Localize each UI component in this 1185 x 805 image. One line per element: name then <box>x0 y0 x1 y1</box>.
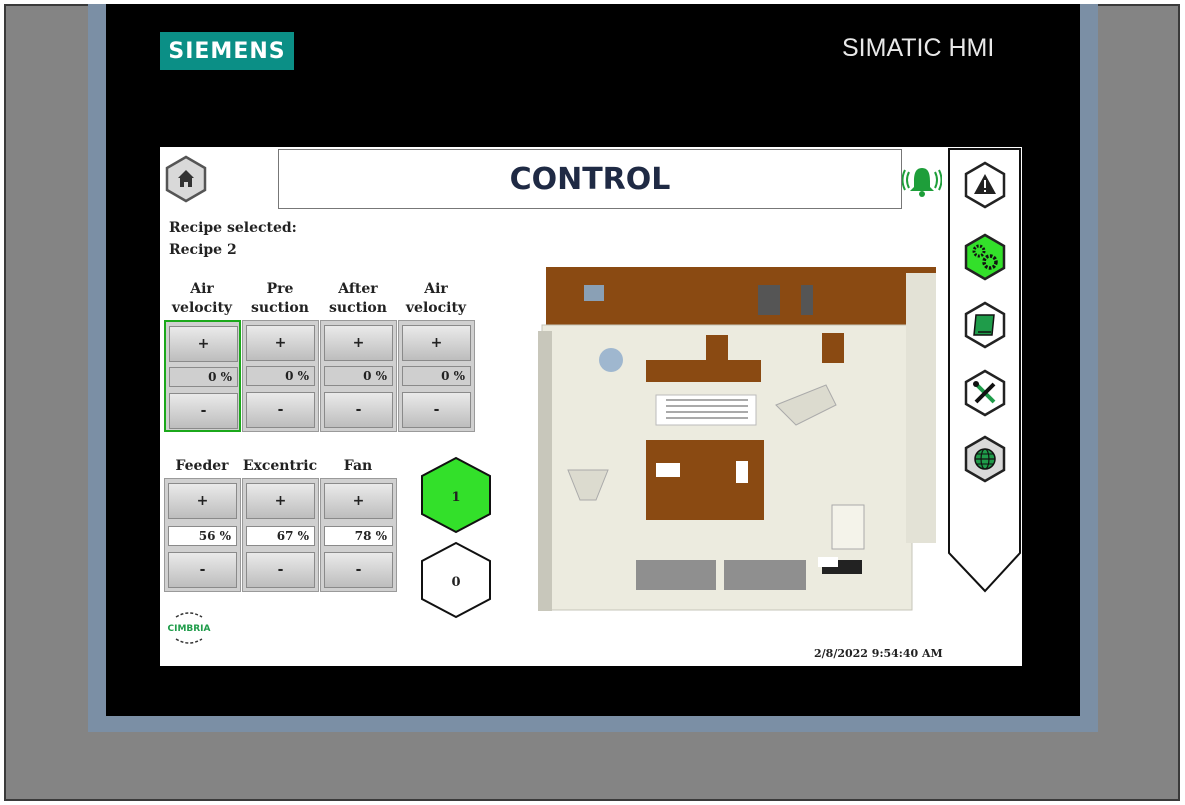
datetime-display: 2/8/2022 9:54:40 AM <box>814 647 943 660</box>
home-icon <box>165 155 207 203</box>
decrease-button[interactable]: - <box>246 552 315 588</box>
touch-edge-label: TOUCH <box>1022 152 1084 324</box>
increase-button[interactable]: + <box>246 325 315 361</box>
drive-heading: Excentric <box>242 458 318 474</box>
service-button[interactable] <box>963 369 1007 421</box>
excentric-adjuster: + 67 % - <box>242 478 319 592</box>
svg-text:CIMBRIA: CIMBRIA <box>167 624 210 634</box>
air-velocity-1-adjuster: + 0 % - <box>164 320 241 432</box>
manual-button[interactable] <box>963 301 1007 353</box>
model-label: SIMATIC HMI <box>842 34 995 62</box>
cimbria-logo: CIMBRIA <box>167 612 211 644</box>
machine-illustration <box>538 267 936 611</box>
fan-adjuster: + 78 % - <box>320 478 397 592</box>
drive-heading: Feeder <box>175 458 229 474</box>
warning-icon <box>964 161 1006 209</box>
decrease-button[interactable]: - <box>168 552 237 588</box>
alarm-bell-icon <box>901 168 943 197</box>
stop-button[interactable]: 0 <box>418 540 494 620</box>
alarms-button[interactable] <box>963 161 1007 213</box>
book-icon <box>964 301 1006 349</box>
pre-suction-adjuster: + 0 % - <box>242 320 319 432</box>
svg-text:0: 0 <box>451 575 460 590</box>
gears-icon <box>964 233 1006 281</box>
value-display: 0 % <box>169 367 238 387</box>
increase-button[interactable]: + <box>402 325 471 361</box>
after-suction-adjuster: + 0 % - <box>320 320 397 432</box>
adjuster-heading: Air velocity <box>405 281 467 316</box>
decrease-button[interactable]: - <box>169 393 238 429</box>
decrease-button[interactable]: - <box>324 392 393 428</box>
value-display: 0 % <box>324 366 393 386</box>
decrease-button[interactable]: - <box>246 392 315 428</box>
value-display: 78 % <box>324 526 393 546</box>
value-display: 0 % <box>402 366 471 386</box>
language-button[interactable] <box>963 435 1007 487</box>
increase-button[interactable]: + <box>168 483 237 519</box>
recipe-label: Recipe selected: <box>169 220 297 236</box>
start-button[interactable]: 1 <box>418 455 494 535</box>
siemens-logo: SIEMENS <box>160 32 294 70</box>
value-display: 67 % <box>246 526 315 546</box>
adjuster-heading: Pre suction <box>251 281 309 316</box>
increase-button[interactable]: + <box>246 483 315 519</box>
svg-text:1: 1 <box>451 490 460 505</box>
air-velocity-2-adjuster: + 0 % - <box>398 320 475 432</box>
globe-icon <box>964 435 1006 483</box>
home-button[interactable] <box>164 155 208 203</box>
screen-title-selector[interactable]: CONTROL ▽ <box>278 149 998 209</box>
decrease-button[interactable]: - <box>324 552 393 588</box>
hmi-screen: CONTROL ▽ Recipe selected: Recipe 2 Airv… <box>160 147 1022 666</box>
page-title: CONTROL <box>509 162 671 197</box>
control-button[interactable] <box>963 233 1007 285</box>
adjuster-heading: After suction <box>329 281 387 316</box>
drive-heading: Fan <box>343 458 373 474</box>
increase-button[interactable]: + <box>324 483 393 519</box>
value-display: 0 % <box>246 366 315 386</box>
alarm-indicator[interactable] <box>901 163 943 205</box>
value-display: 56 % <box>168 526 237 546</box>
recipe-info: Recipe selected: Recipe 2 <box>169 217 297 261</box>
decrease-button[interactable]: - <box>402 392 471 428</box>
increase-button[interactable]: + <box>169 326 238 362</box>
adjuster-heading: Air velocity <box>171 281 233 316</box>
recipe-value: Recipe 2 <box>169 242 237 258</box>
feeder-adjuster: + 56 % - <box>164 478 241 592</box>
increase-button[interactable]: + <box>324 325 393 361</box>
tools-icon <box>964 369 1006 417</box>
